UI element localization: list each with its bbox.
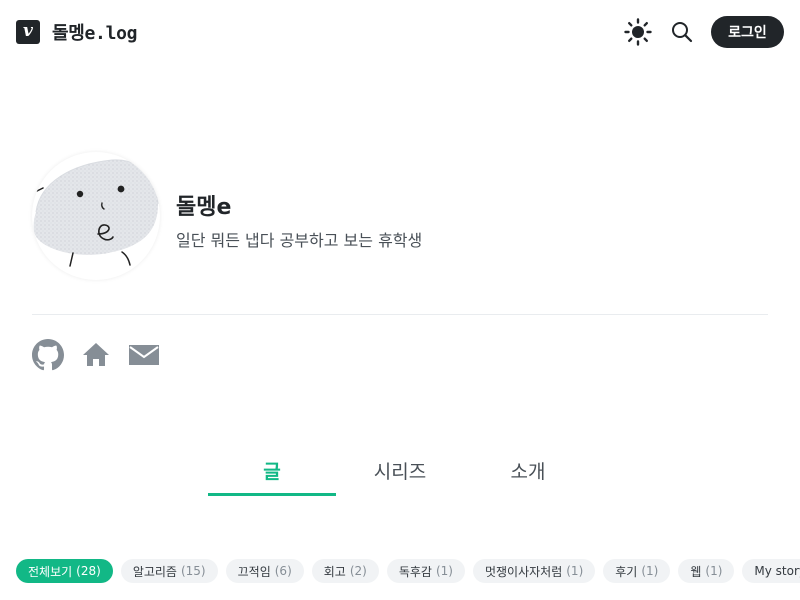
logo-letter: v	[23, 20, 33, 41]
email-link[interactable]	[128, 339, 160, 371]
tag-filter-chip[interactable]: 후기 (1)	[603, 559, 671, 583]
velog-logo[interactable]: v	[16, 20, 40, 44]
tag-name: 끄적임	[237, 564, 271, 579]
avatar	[32, 152, 160, 280]
author-name: 돌멩e	[176, 195, 232, 220]
tag-filter-chip[interactable]: 독후감 (1)	[386, 559, 465, 583]
tag-count: (1)	[641, 564, 659, 578]
search-button[interactable]	[669, 19, 695, 45]
email-icon	[129, 345, 159, 365]
home-icon	[83, 343, 109, 366]
tag-count: (1)	[705, 564, 723, 578]
tag-count: (1)	[435, 564, 453, 578]
profile-divider	[32, 314, 768, 315]
home-link[interactable]	[80, 339, 112, 371]
tag-filter-chip[interactable]: 멋쟁이사자처럼 (1)	[472, 559, 596, 583]
tag-count: (2)	[349, 564, 367, 578]
tag-filter-chip[interactable]: 웹 (1)	[678, 559, 735, 583]
tab-about[interactable]: 소개	[464, 446, 592, 494]
tag-filter-chip[interactable]: 알고리즘 (15)	[120, 559, 218, 583]
tag-filter-chip[interactable]: My story(1)	[742, 559, 800, 583]
tag-list: 전체보기 (28) 알고리즘 (15) 끄적임 (6) 회고 (2) 독후감 (1) 멋쟁이사자처럼…	[16, 559, 800, 583]
github-icon	[32, 339, 64, 371]
rock-character-image	[33, 159, 159, 267]
tag-count: (6)	[274, 564, 292, 578]
tag-name: My story	[754, 564, 800, 578]
sun-icon	[624, 18, 652, 46]
active-tab-indicator	[208, 493, 336, 496]
tab-posts[interactable]: 글	[208, 446, 336, 494]
tag-count: (28)	[76, 564, 101, 578]
author-bio: 일단 뭐든 냅다 공부하고 보는 휴학생	[176, 231, 423, 250]
blog-title[interactable]: 돌멩e.log	[52, 19, 138, 45]
theme-toggle-button[interactable]	[624, 18, 652, 46]
tag-filter-chip[interactable]: 회고 (2)	[311, 559, 379, 583]
search-icon	[672, 22, 693, 43]
tag-name: 회고	[323, 564, 346, 579]
tag-name: 멋쟁이사자처럼	[484, 564, 563, 579]
github-link[interactable]	[32, 339, 64, 371]
header: v 돌멩e.log 로그인	[0, 0, 800, 64]
tag-filter-chip[interactable]: 끄적임 (6)	[225, 559, 304, 583]
tag-name: 웹	[690, 564, 702, 579]
tag-count: (1)	[566, 564, 584, 578]
tag-filter-chip[interactable]: 전체보기 (28)	[16, 559, 113, 583]
tag-name: 전체보기	[28, 564, 73, 579]
tag-name: 후기	[615, 564, 638, 579]
tag-name: 독후감	[398, 564, 432, 579]
tab-series[interactable]: 시리즈	[336, 446, 464, 494]
tag-name: 알고리즘	[132, 564, 177, 579]
login-button[interactable]: 로그인	[711, 16, 784, 48]
tag-count: (15)	[180, 564, 206, 578]
